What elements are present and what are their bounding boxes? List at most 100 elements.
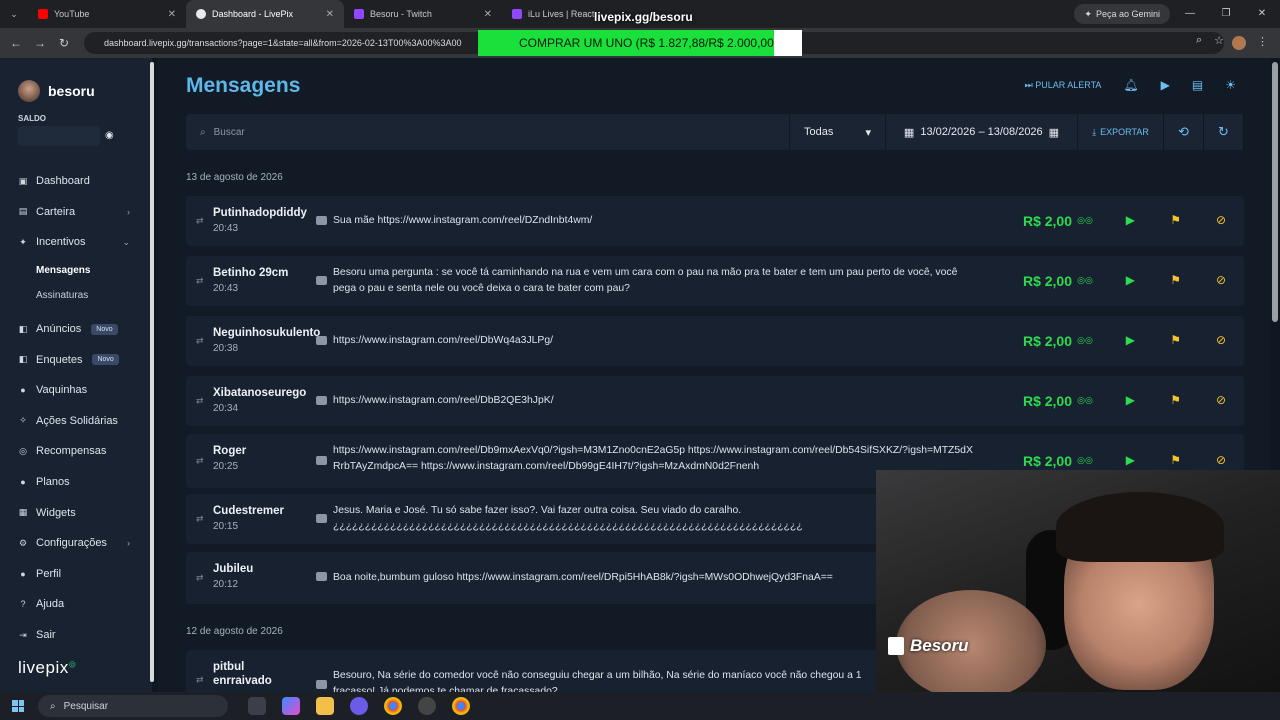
message-text: Boa noite,bumbum guloso https://www.inst… [333,572,833,583]
expand-arrow-icon[interactable]: ⇄ [196,514,204,525]
forward-icon[interactable]: → [28,36,52,50]
tab-twitch[interactable]: Besoru - Twitch ✕ [344,0,502,28]
expand-arrow-icon[interactable]: ⇄ [196,216,204,227]
tab-youtube[interactable]: YouTube ✕ [28,0,186,28]
tts-icon[interactable]: ◎◎ [1077,453,1093,467]
taskbar-search[interactable]: ⌕ Pesquisar [38,695,228,717]
expand-arrow-icon[interactable]: ⇄ [196,573,204,584]
flag-icon[interactable]: ⚑ [1169,453,1183,467]
donation-amount: R$ 2,00 [1022,213,1072,229]
row-actions: ◎◎ ▶ ⚑ ⊘ [1077,213,1228,227]
close-icon[interactable]: ✕ [326,9,334,20]
sidebar-item-configuracoes[interactable]: ⚙ Configurações › [0,528,152,559]
flag-icon[interactable]: ⚑ [1169,393,1183,407]
expand-arrow-icon[interactable]: ⇄ [196,456,204,467]
bookmark-star-icon[interactable]: ☆ [1214,34,1224,47]
maximize-icon[interactable]: ❐ [1208,0,1244,28]
reload-icon[interactable]: ↻ [52,36,76,50]
sidebar-item-vaquinhas[interactable]: ● Vaquinhas [0,375,152,406]
expand-arrow-icon[interactable]: ⇄ [196,396,204,407]
file-explorer-icon[interactable] [316,697,334,715]
chrome-icon[interactable] [384,697,402,715]
chrome-icon[interactable] [452,697,470,715]
flag-icon[interactable]: ⚑ [1169,213,1183,227]
close-icon[interactable]: ✕ [168,9,176,20]
obs-icon[interactable] [418,697,436,715]
sidebar-scrollbar[interactable] [150,62,154,682]
sidebar-item-acoes-solidarias[interactable]: ✧ Ações Solidárias [0,406,152,437]
layout-icon[interactable]: ▤ [1192,78,1203,92]
windows-start-icon[interactable] [12,700,24,712]
replay-icon[interactable]: ▶ [1123,213,1137,227]
sidebar-item-dashboard[interactable]: ▣ Dashboard [0,166,152,197]
gemini-button[interactable]: ✦ Peça ao Gemini [1074,4,1170,24]
donor-info: Cudestremer 20:15 [213,504,323,533]
close-icon[interactable]: ✕ [484,9,492,20]
sidebar-subitem-mensagens[interactable]: Mensagens [0,258,152,283]
close-window-icon[interactable]: ✕ [1244,0,1280,28]
eye-icon[interactable]: ◉ [105,130,114,141]
sync-button[interactable]: ⟲ [1164,114,1204,150]
sidebar-item-planos[interactable]: ● Planos [0,467,152,498]
back-icon[interactable]: ← [4,36,28,50]
discord-icon[interactable] [350,697,368,715]
minimize-icon[interactable]: — [1172,0,1208,28]
sidebar-item-enquetes[interactable]: ◧ Enquetes Novo [0,344,152,375]
profile-avatar-icon[interactable] [1232,36,1246,50]
expand-arrow-icon[interactable]: ⇄ [196,675,204,686]
zoom-icon[interactable]: ⌕ [1196,34,1202,47]
block-icon[interactable]: ⊘ [1214,333,1228,347]
user-profile[interactable]: besoru [18,80,95,102]
flag-icon[interactable]: ⚑ [1169,333,1183,347]
block-icon[interactable]: ⊘ [1214,453,1228,467]
sidebar-subitem-assinaturas[interactable]: Assinaturas [0,283,152,308]
sidebar-item-label: Incentivos [36,236,86,249]
gear-icon: ⚙ [18,537,28,548]
sidebar-item-recompensas[interactable]: ◎ Recompensas [0,436,152,467]
donor-name: Xibatanoseurego [213,387,307,399]
expand-arrow-icon[interactable]: ⇄ [196,276,204,287]
sidebar-item-anuncios[interactable]: ◧ Anúncios Novo [0,314,152,345]
tab-search-button[interactable]: ⌄ [0,0,28,28]
task-view-icon[interactable] [248,697,266,715]
block-icon[interactable]: ⊘ [1214,213,1228,227]
sidebar-item-label: Anúncios [36,323,82,336]
sidebar-item-sair[interactable]: ⇥ Sair [0,620,152,651]
bell-icon[interactable]: 🔔︎ [1123,78,1138,92]
replay-icon[interactable]: ▶ [1123,453,1137,467]
replay-icon[interactable]: ▶ [1123,333,1137,347]
refresh-button[interactable]: ↻ [1204,114,1244,150]
tts-icon[interactable]: ◎◎ [1077,333,1093,347]
search-input[interactable]: ⌕ Buscar [186,114,790,150]
message-icon [316,336,327,345]
sun-icon[interactable]: ☀ [1225,78,1236,92]
replay-icon[interactable]: ▶ [1123,393,1137,407]
tts-icon[interactable]: ◎◎ [1077,393,1093,407]
main-scrollbar[interactable] [1272,62,1278,322]
sidebar-item-ajuda[interactable]: ? Ajuda [0,589,152,620]
tts-icon[interactable]: ◎◎ [1077,273,1093,287]
block-icon[interactable]: ⊘ [1214,273,1228,287]
donor-info: Xibatanoseurego 20:34 [213,386,323,415]
streamer-hair [1056,492,1224,562]
block-icon[interactable]: ⊘ [1214,393,1228,407]
tts-icon[interactable]: ◎◎ [1077,213,1093,227]
status-filter-select[interactable]: Todas ▾ [790,114,886,150]
address-bar-actions: ⌕ ☆ [1196,34,1224,47]
sidebar-item-widgets[interactable]: ▦ Widgets [0,497,152,528]
tab-livepix-dashboard[interactable]: Dashboard - LivePix ✕ [186,0,344,28]
replay-icon[interactable]: ▶ [1123,273,1137,287]
date-range-picker[interactable]: ▦ 13/02/2026 – 13/08/2026 ▦ [886,114,1078,150]
flag-icon[interactable]: ⚑ [1169,273,1183,287]
sidebar-item-perfil[interactable]: ● Perfil [0,559,152,590]
expand-arrow-icon[interactable]: ⇄ [196,336,204,347]
export-button[interactable]: ⤓ EXPORTAR [1078,114,1164,150]
skip-alert-button[interactable]: ⏭ PULAR ALERTA [1025,80,1102,91]
copilot-icon[interactable] [282,697,300,715]
sidebar-item-carteira[interactable]: ▤ Carteira › [0,197,152,228]
sidebar: besoru SALDO ◉ ▣ Dashboard ▤ Carteira › … [0,58,152,692]
youtube-play-icon[interactable]: ▶ [1161,78,1170,92]
donation-goal-banner: COMPRAR UM UNO (R$ 1.827,88/R$ 2.000,00) [478,30,802,56]
sidebar-item-incentivos[interactable]: ✦ Incentivos ⌄ [0,227,152,258]
menu-dots-icon[interactable]: ⋮ [1257,35,1268,48]
